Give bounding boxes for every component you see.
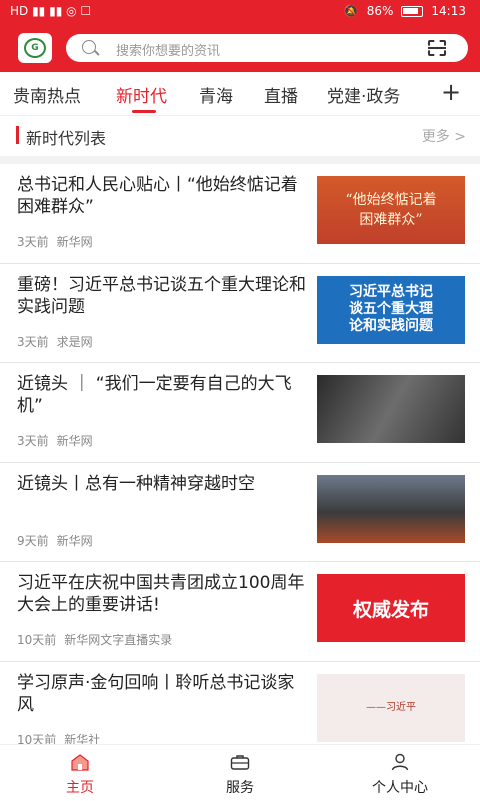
nav-profile[interactable]: 个人中心 [320,745,480,801]
briefcase-icon [230,755,250,770]
news-source: 新华网 [56,235,93,249]
news-title: 近镜头 ｜ “我们一定要有自己的大飞机” [17,374,292,416]
news-item[interactable]: 重磅！习近平总书记谈五个重大理论和实践问题 3天前 求是网 习近平总书记 谈五个重… [0,264,480,363]
logo-mark-icon: G [24,38,46,58]
section-header: 新时代列表 更多 > [0,116,480,156]
user-icon [391,753,409,771]
news-title: 总书记和人民心贴心丨“他始终惦记着困难群众” [17,175,298,217]
search-icon [82,40,96,54]
tab-qinghai[interactable]: 青海 [199,82,233,107]
search-input[interactable]: 搜索你想要的资讯 [116,40,220,59]
news-item[interactable]: 总书记和人民心贴心丨“他始终惦记着困难群众” 3天前 新华网 “他始终惦记着 困难… [0,164,480,264]
search-bar[interactable]: 搜索你想要的资讯 [66,34,468,62]
category-tabs: 贵南热点 新时代 青海 直播 党建·政务 + [0,72,480,116]
tab-live[interactable]: 直播 [264,82,298,107]
news-title: 重磅！习近平总书记谈五个重大理论和实践问题 [17,274,306,317]
app-header: HD ▮▮ ▮▮ ◎ ☐ 🔕 86% 14:13 G 搜索你想要的资讯 [0,0,480,72]
tab-guinan-hot[interactable]: 贵南热点 [13,82,81,107]
news-meta: 9天前 新华网 [17,532,101,549]
bottom-nav: 主页 服务 个人中心 [0,744,480,800]
news-time: 10天前 [17,633,57,647]
tab-new-era[interactable]: 新时代 [116,82,167,107]
battery-icon [401,5,424,17]
active-tab-indicator [132,110,156,113]
home-icon [71,754,89,771]
news-item[interactable]: 习近平在庆祝中国共青团成立100周年大会上的重要讲话! 10天前 新华网文字直播实… [0,562,480,662]
nav-profile-label: 个人中心 [372,780,428,796]
news-thumbnail: ——习近平 [317,673,465,742]
news-title: 学习原声·金句回响丨聆听总书记谈家风 [17,672,295,715]
news-thumbnail [317,375,465,443]
section-divider [0,156,480,164]
news-thumbnail: 权威发布 [317,574,465,642]
status-right: 🔕 86% 14:13 [344,4,466,18]
news-time: 3天前 [17,334,49,349]
news-source: 新华网文字直播实录 [64,633,173,647]
news-title: 习近平在庆祝中国共青团成立100周年大会上的重要讲话! [17,573,305,615]
status-bar: HD ▮▮ ▮▮ ◎ ☐ 🔕 86% 14:13 [0,0,480,24]
tab-party-affairs[interactable]: 党建·政务 [327,82,400,107]
news-thumbnail [317,474,465,543]
mute-icon: 🔕 [343,4,359,18]
app-logo[interactable]: G [18,33,52,63]
scan-icon[interactable] [428,40,446,56]
status-icons: HD ▮▮ ▮▮ ◎ ☐ [10,4,91,18]
more-link[interactable]: 更多 > [422,126,466,146]
news-time: 9天前 [17,533,49,548]
news-source: 求是网 [56,334,93,349]
news-meta: 3天前 新华网 [17,233,101,250]
nav-services[interactable]: 服务 [160,745,320,801]
thumbnail-text: “他始终惦记着 困难群众” [345,192,437,228]
news-thumbnail: 习近平总书记 谈五个重大理 论和实践问题 [317,275,465,344]
news-item[interactable]: 近镜头丨总有一种精神穿越时空 9天前 新华网 [0,463,480,562]
news-thumbnail: “他始终惦记着 困难群众” [317,176,465,244]
news-meta: 10天前 新华网文字直播实录 [17,631,180,648]
news-time: 3天前 [17,434,49,448]
section-accent-bar [16,126,19,144]
news-meta: 3天前 求是网 [17,333,101,350]
status-left-text: HD ▮▮ ▮▮ ◎ ☐ [10,4,92,18]
thumbnail-text: 权威发布 [352,598,429,621]
news-meta: 3天前 新华网 [17,432,101,449]
nav-services-label: 服务 [226,780,254,796]
news-source: 新华网 [56,434,93,448]
add-tab-icon[interactable]: + [441,80,461,104]
news-source: 新华网 [56,533,93,548]
section-title: 新时代列表 [26,129,107,148]
thumbnail-text: ——习近平 [366,701,416,713]
thumbnail-text: 习近平总书记 谈五个重大理 论和实践问题 [349,284,433,334]
nav-home-label: 主页 [66,780,94,796]
nav-home[interactable]: 主页 [0,745,160,801]
news-list: 总书记和人民心贴心丨“他始终惦记着困难群众” 3天前 新华网 “他始终惦记着 困难… [0,164,480,761]
clock: 14:13 [431,4,466,18]
news-time: 3天前 [17,235,49,249]
news-item[interactable]: 近镜头 ｜ “我们一定要有自己的大飞机” 3天前 新华网 [0,363,480,463]
news-title: 近镜头丨总有一种精神穿越时空 [17,473,255,494]
battery-level: 86% [366,4,394,18]
